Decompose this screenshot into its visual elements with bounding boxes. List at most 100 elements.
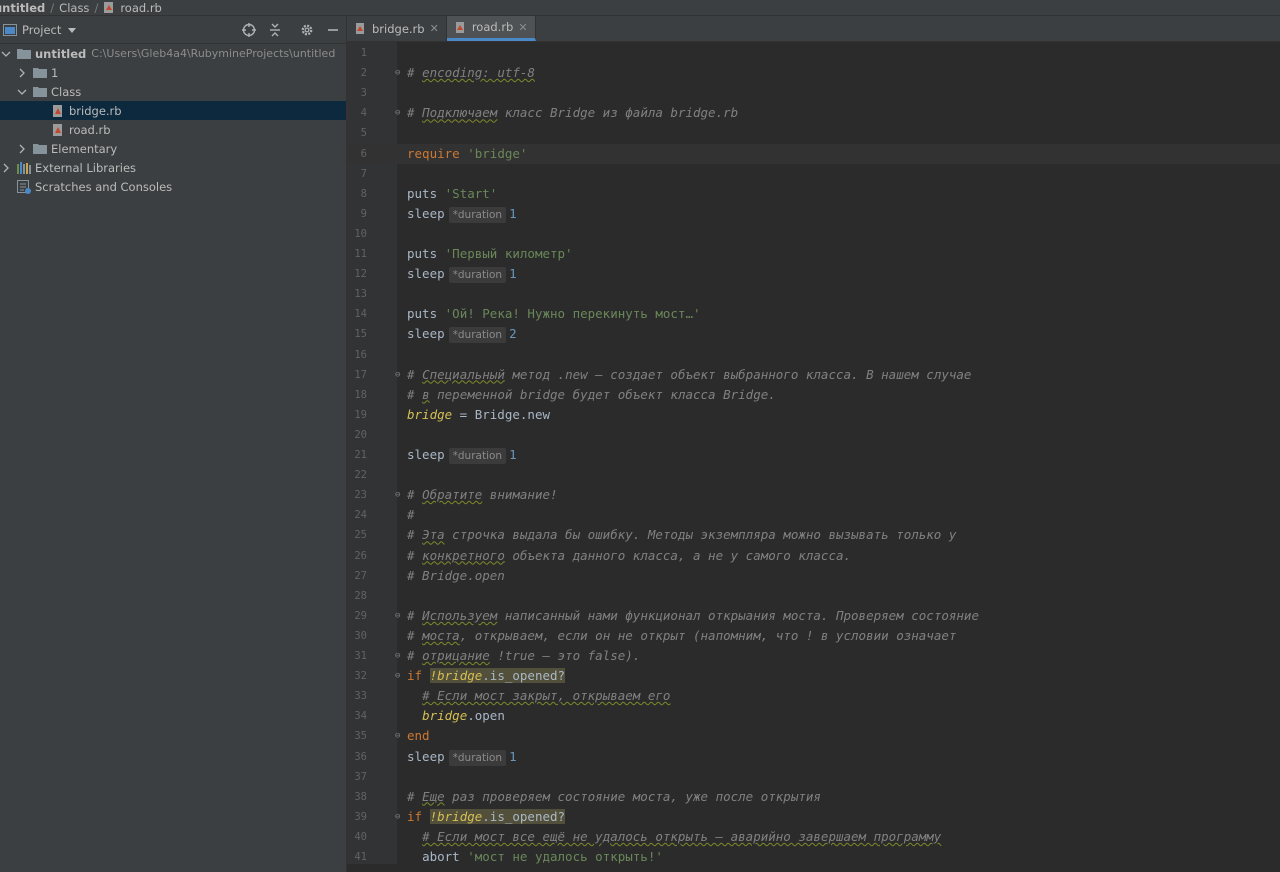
code-token: Bridge <box>474 406 520 422</box>
code-line[interactable]: 35 ⊖ end <box>347 726 1280 746</box>
fold-marker-icon[interactable]: ⊖ <box>395 611 404 621</box>
hide-icon[interactable] <box>326 23 340 37</box>
chevron-down-icon[interactable] <box>17 87 27 97</box>
tab-label: bridge.rb <box>372 21 425 36</box>
tree-item-road-rb[interactable]: road.rb <box>0 120 346 139</box>
chevron-right-icon[interactable] <box>17 144 27 154</box>
breadcrumb-item-class[interactable]: Class <box>59 1 89 15</box>
code-line[interactable]: 31 ⊖ # отрицание !true — это false). <box>347 646 1280 666</box>
code-line[interactable]: 17 ⊖ # Специальный метод .new — создает об… <box>347 365 1280 385</box>
tree-item-folder-1[interactable]: 1 <box>0 63 346 82</box>
code-line[interactable]: 18 # в переменной bridge будет объект кла… <box>347 385 1280 405</box>
code-line[interactable]: 37 <box>347 767 1280 787</box>
code-token: # <box>407 366 423 382</box>
code-line[interactable]: 33 # Если мост закрыт, открываем его <box>347 686 1280 706</box>
code-line[interactable]: 19 bridge = Bridge.new <box>347 405 1280 425</box>
code-line[interactable]: 27 # Bridge.open <box>347 566 1280 586</box>
code-token: # <box>407 527 423 543</box>
code-line[interactable]: 39 ⊖ if !bridge.is_opened? <box>347 807 1280 827</box>
code-token: конкретного <box>422 547 505 563</box>
line-number: 12 <box>354 268 367 281</box>
code-line[interactable]: 29 ⊖ # Используем написанный нами функцион… <box>347 606 1280 626</box>
code-token: # <box>407 788 423 804</box>
code-line[interactable]: 21 sleep *duration 1 <box>347 445 1280 465</box>
code-line[interactable]: 38 # Еще раз проверяем состояние моста, у… <box>347 787 1280 807</box>
tab-bridge-rb[interactable]: bridge.rb ✕ <box>347 16 447 41</box>
code-line[interactable]: 4 ⊖ # Подключаем класс Bridge из файла bri… <box>347 103 1280 123</box>
tree-item-bridge-rb[interactable]: bridge.rb <box>0 101 346 120</box>
locate-icon[interactable] <box>242 22 256 37</box>
code-line[interactable]: 5 <box>347 123 1280 143</box>
code-token: = <box>452 406 475 422</box>
code-text: puts 'Ой! Река! Нужно перекинуть мост…' <box>407 304 701 324</box>
code-line[interactable]: 24 # <box>347 505 1280 525</box>
code-line[interactable]: 1 <box>347 43 1280 63</box>
line-number: 13 <box>354 288 367 301</box>
chevron-right-icon[interactable] <box>17 68 27 78</box>
fold-marker-icon[interactable]: ⊖ <box>395 370 404 380</box>
breadcrumb-item-file[interactable]: road.rb <box>103 1 162 15</box>
fold-marker-icon[interactable]: ⊖ <box>395 731 404 741</box>
breadcrumb-item-project[interactable]: untitled <box>0 1 45 15</box>
code-line[interactable]: 12 sleep *duration 1 <box>347 264 1280 284</box>
horizontal-scrollbar[interactable] <box>347 864 1280 872</box>
ruby-file-icon <box>356 23 364 34</box>
close-icon[interactable]: ✕ <box>430 22 439 35</box>
close-icon[interactable]: ✕ <box>518 21 527 34</box>
code-line[interactable]: 2 ⊖ # encoding: utf-8 <box>347 63 1280 83</box>
project-path: C:\Users\Gleb4a4\RubymineProjects\untitl… <box>91 47 336 60</box>
chevron-right-icon[interactable] <box>1 163 11 173</box>
breadcrumb-label: Class <box>59 0 90 15</box>
code-line[interactable]: 13 <box>347 284 1280 304</box>
tree-item-class[interactable]: Class <box>0 82 346 101</box>
code-line[interactable]: 9 sleep *duration 1 <box>347 204 1280 224</box>
gear-icon[interactable] <box>300 23 314 37</box>
ruby-file-icon <box>455 21 464 33</box>
line-number: 1 <box>360 47 367 59</box>
code-token: if <box>407 668 423 684</box>
code-token: класс Bridge из файла bridge.rb <box>497 105 739 121</box>
code-line[interactable]: 25 # Эта строчка выдала бы ошибку. Методы… <box>347 525 1280 545</box>
code-line[interactable]: 32 ⊖ if !bridge.is_opened? <box>347 666 1280 686</box>
code-line[interactable]: 6 require 'bridge' <box>347 143 1280 164</box>
fold-marker-icon[interactable]: ⊖ <box>395 812 404 822</box>
code-line[interactable]: 3 <box>347 83 1280 103</box>
code-line[interactable]: 16 <box>347 345 1280 365</box>
code-line[interactable]: 36 sleep *duration 1 <box>347 747 1280 767</box>
code-line[interactable]: 28 <box>347 586 1280 606</box>
code-line[interactable]: 8 puts 'Start' <box>347 184 1280 204</box>
code-editor[interactable]: 1 2 ⊖ # encoding: utf-8 3 4 ⊖ # Подключаем клас… <box>347 42 1280 872</box>
code-line[interactable]: 30 # моста, открываем, если он не открыт … <box>347 626 1280 646</box>
code-line[interactable]: 7 <box>347 164 1280 184</box>
tree-item-elementary[interactable]: Elementary <box>0 139 346 158</box>
tree-item-external-libraries[interactable]: External Libraries <box>0 158 346 177</box>
code-line[interactable]: 14 puts 'Ой! Река! Нужно перекинуть мост…… <box>347 304 1280 324</box>
tab-road-rb[interactable]: road.rb ✕ <box>446 16 536 41</box>
fold-marker-icon[interactable]: ⊖ <box>395 671 404 681</box>
code-line[interactable]: 15 sleep *duration 2 <box>347 324 1280 344</box>
code-line[interactable]: 40 # Если мост все ещё не удалось открыт… <box>347 827 1280 847</box>
code-line[interactable]: 26 # конкретного объекта данного класса, … <box>347 546 1280 566</box>
fold-marker-icon[interactable]: ⊖ <box>395 108 404 118</box>
code-token: Эта <box>422 527 445 543</box>
code-line[interactable]: 11 puts 'Первый километр' <box>347 244 1280 264</box>
code-token: 'мост не удалось открыть!' <box>467 849 663 864</box>
code-line[interactable]: 34 bridge.open <box>347 706 1280 726</box>
line-number: 35 <box>354 730 367 743</box>
code-token: .new <box>519 406 550 422</box>
chevron-down-icon[interactable] <box>1 49 11 59</box>
fold-marker-icon[interactable]: ⊖ <box>395 490 404 500</box>
project-view-selector[interactable]: Project <box>3 23 77 37</box>
code-line[interactable]: 10 <box>347 224 1280 244</box>
line-number: 6 <box>360 147 367 160</box>
fold-marker-icon[interactable]: ⊖ <box>395 651 404 661</box>
tree-item-scratches[interactable]: Scratches and Consoles <box>0 177 346 196</box>
fold-marker-icon[interactable]: ⊖ <box>395 68 404 78</box>
code-line[interactable]: 22 <box>347 465 1280 485</box>
tree-item-untitled[interactable]: untitled C:\Users\Gleb4a4\RubymineProjec… <box>0 44 346 63</box>
collapse-all-icon[interactable] <box>268 23 282 37</box>
code-line[interactable]: 23 ⊖ # Обратите внимание! <box>347 485 1280 505</box>
code-line[interactable]: 20 <box>347 425 1280 445</box>
line-number: 28 <box>354 589 367 602</box>
